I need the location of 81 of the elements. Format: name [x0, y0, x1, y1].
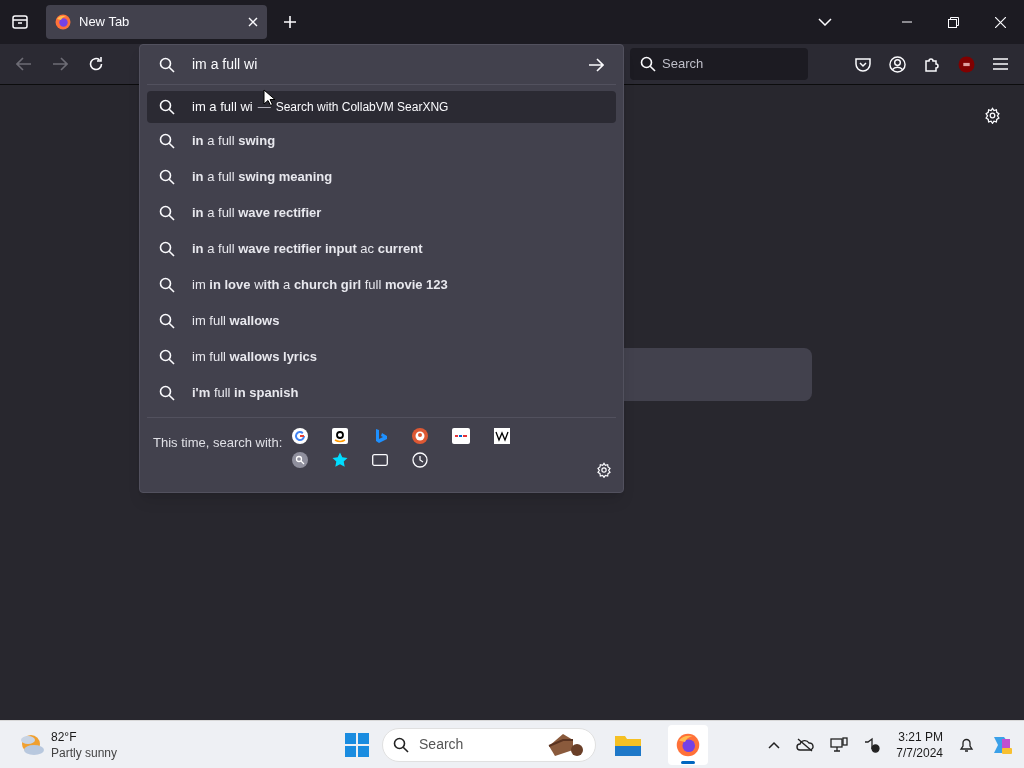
mouse-cursor-icon — [263, 89, 275, 107]
reload-icon[interactable] — [88, 56, 104, 72]
bell-icon[interactable] — [959, 736, 974, 753]
separator-dash: — — [257, 98, 271, 117]
account-icon[interactable] — [889, 55, 906, 73]
suggestion-text: i'm full in spanish — [192, 384, 299, 403]
suggestion-text: in a full swing — [192, 132, 276, 151]
settings-icon[interactable] — [596, 462, 612, 478]
active-indicator — [681, 760, 696, 764]
google-icon[interactable] — [292, 428, 309, 444]
chevron-up-icon[interactable] — [768, 740, 781, 749]
wikipedia-icon[interactable] — [494, 428, 511, 444]
search-suggestion[interactable]: in a full swing — [147, 123, 616, 159]
suggestion-text: im in love with a church girl full movie 123 — [192, 276, 448, 295]
chevron-down-icon[interactable] — [818, 18, 832, 26]
close-icon[interactable] — [995, 16, 1006, 28]
suggestion-text: in a full wave rectifier input ac current — [192, 240, 423, 259]
forward-arrow-icon[interactable] — [52, 57, 68, 71]
settings-icon[interactable] — [984, 107, 1001, 124]
search-icon — [159, 133, 175, 149]
search-placeholder: Search — [662, 55, 704, 74]
search-suggestion[interactable]: im full wallows lyrics — [147, 339, 616, 375]
pocket-icon[interactable] — [855, 56, 871, 72]
search-icon — [393, 736, 410, 753]
folder-icon — [615, 733, 642, 756]
search-placeholder: Search — [419, 735, 465, 754]
network-icon[interactable] — [830, 736, 849, 753]
suggestion-text: im full wallows lyrics — [192, 348, 317, 367]
suggestion-action: Search with CollabVM SearXNG — [275, 99, 449, 116]
tabs-icon[interactable] — [372, 454, 389, 466]
amazon-icon[interactable] — [332, 428, 349, 444]
clock-date: 7/7/2024 — [896, 744, 943, 761]
cloud-off-icon[interactable] — [796, 737, 815, 752]
search-icon — [640, 56, 656, 72]
tray-icon — [12, 15, 28, 29]
cake-icon — [547, 731, 586, 758]
weather-condition: Partly sunny — [51, 744, 118, 761]
firefox-icon — [676, 732, 701, 757]
browser-tab[interactable]: New Tab — [46, 5, 267, 39]
clock-icon[interactable] — [412, 452, 429, 468]
search-icon — [159, 99, 175, 115]
restore-icon[interactable] — [948, 16, 959, 28]
search-icon — [159, 241, 175, 257]
search-icon — [159, 349, 175, 365]
search-suggestion[interactable]: im a full wi — Search with CollabVM SearXNG — [147, 91, 616, 123]
search-icon — [159, 169, 175, 185]
windows-logo-icon[interactable] — [345, 732, 370, 757]
clock-time: 3:21 PM — [898, 728, 943, 745]
ebay-icon[interactable] — [452, 428, 471, 444]
magnifier-engine-icon[interactable] — [292, 452, 309, 468]
tab-title: New Tab — [79, 13, 131, 32]
address-bar-input[interactable]: im a full wi — [192, 54, 571, 75]
puzzle-piece-icon[interactable] — [924, 56, 940, 72]
search-icon — [159, 385, 175, 401]
search-icon — [159, 56, 175, 73]
search-field[interactable]: Search — [630, 48, 808, 80]
search-suggestion[interactable]: in a full wave rectifier — [147, 195, 616, 231]
taskbar-search-field[interactable]: Search — [382, 727, 597, 762]
search-icon — [159, 313, 175, 329]
search-suggestion[interactable]: in a full swing meaning — [147, 159, 616, 195]
suggestion-text: im full wallows — [192, 312, 280, 331]
search-suggestion[interactable]: i'm full in spanish — [147, 375, 616, 411]
suggestion-text: in a full swing meaning — [192, 168, 333, 187]
menu-icon[interactable] — [993, 58, 1008, 70]
suggestion-text: in a full wave rectifier — [192, 204, 322, 223]
search-suggestion[interactable]: in a full wave rectifier input ac current — [147, 231, 616, 267]
plus-icon — [283, 15, 297, 29]
search-suggestion[interactable]: im full wallows — [147, 303, 616, 339]
search-icon — [159, 205, 175, 221]
search-icon — [159, 277, 175, 293]
go-arrow-icon[interactable] — [588, 57, 604, 72]
weather-temperature: 82°F — [51, 728, 78, 745]
taskbar-app[interactable] — [668, 724, 709, 765]
suggestion-query: im a full wi — [192, 98, 253, 117]
duck-icon[interactable] — [412, 428, 429, 444]
star-icon[interactable] — [332, 452, 349, 468]
search-suggestion[interactable]: im in love with a church girl full movie 123 — [147, 267, 616, 303]
back-arrow-icon[interactable] — [16, 57, 32, 71]
close-icon[interactable] — [248, 17, 258, 27]
firefox-icon — [55, 14, 71, 30]
search-with-label: This time, search with: — [153, 434, 283, 452]
